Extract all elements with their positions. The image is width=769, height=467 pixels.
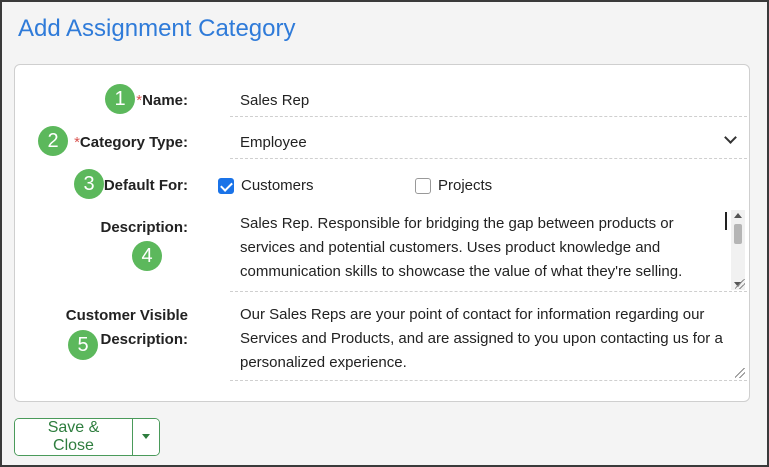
step-badge-3: 3 xyxy=(74,169,104,199)
form-panel: *Name: 1 Sales Rep *Category Type: 2 Emp… xyxy=(14,64,750,402)
chevron-down-icon xyxy=(724,131,737,144)
step-badge-1: 1 xyxy=(105,84,135,114)
customer-visible-description-textarea[interactable]: Our Sales Reps are your point of contact… xyxy=(230,301,747,381)
projects-checkbox-label: Projects xyxy=(438,177,493,194)
name-input[interactable]: Sales Rep xyxy=(230,83,747,117)
description-scrollbar[interactable] xyxy=(731,210,745,290)
save-and-close-button[interactable]: Save & Close xyxy=(15,419,133,455)
page-title: Add Assignment Category xyxy=(18,15,296,42)
description-textarea[interactable]: Sales Rep. Responsible for bridging the … xyxy=(230,210,747,292)
caret-down-icon[interactable] xyxy=(133,419,159,455)
customers-checkbox[interactable] xyxy=(218,178,234,194)
description-text: Sales Rep. Responsible for bridging the … xyxy=(240,215,683,280)
step-badge-2: 2 xyxy=(38,126,68,156)
step-badge-5: 5 xyxy=(68,330,98,360)
category-type-label: *Category Type: xyxy=(74,134,188,151)
category-type-select[interactable]: Employee xyxy=(230,125,747,159)
projects-checkbox[interactable] xyxy=(415,178,431,194)
text-cursor xyxy=(725,212,727,230)
step-badge-4: 4 xyxy=(132,241,162,271)
resize-grip-icon[interactable] xyxy=(735,279,745,289)
scroll-up-icon[interactable] xyxy=(734,213,742,218)
default-for-label: Default For: xyxy=(103,177,188,194)
customer-visible-label-line1: Customer Visible xyxy=(65,307,188,324)
name-label: *Name: xyxy=(136,92,188,109)
resize-grip-icon[interactable] xyxy=(735,368,745,378)
description-label: Description: xyxy=(100,219,188,236)
scroll-thumb[interactable] xyxy=(734,224,742,244)
customer-visible-label-line2: Description: xyxy=(100,331,188,348)
customer-visible-description-text: Our Sales Reps are your point of contact… xyxy=(240,306,723,371)
save-button-group: Save & Close xyxy=(14,418,160,456)
customers-checkbox-label: Customers xyxy=(241,177,314,194)
category-type-value: Employee xyxy=(240,134,307,151)
